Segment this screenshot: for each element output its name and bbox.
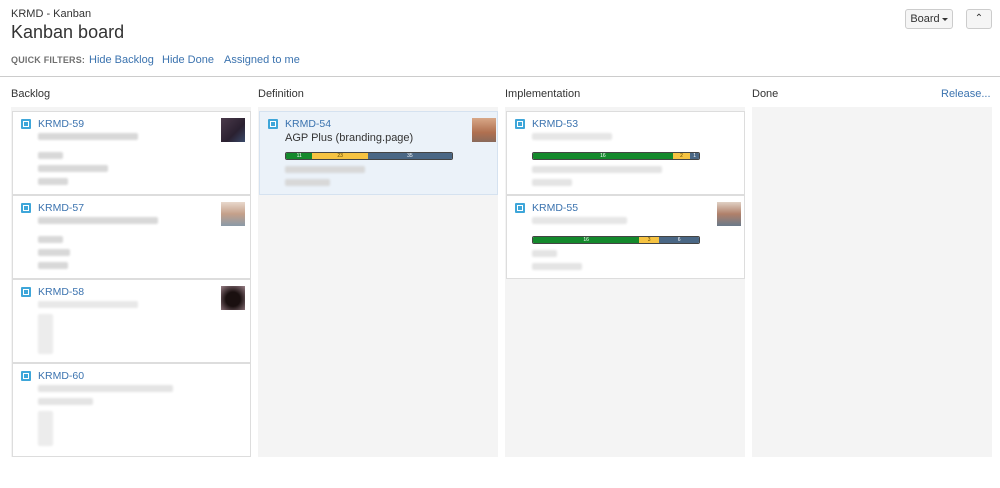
redacted-text — [38, 301, 138, 308]
card-krmd-55[interactable]: KRMD-55 16 3 6 — [506, 195, 745, 279]
avatar — [221, 118, 245, 142]
issue-key[interactable]: KRMD-54 — [285, 118, 331, 130]
board-button-label: Board — [910, 13, 940, 25]
release-link[interactable]: Release... — [941, 88, 991, 100]
progress-todo: 1 — [690, 153, 699, 159]
issue-key[interactable]: KRMD-59 — [38, 118, 84, 130]
card-krmd-53[interactable]: KRMD-53 16 2 1 — [506, 111, 745, 195]
card-krmd-57[interactable]: KRMD-57 — [12, 195, 251, 279]
redacted-text — [38, 314, 53, 354]
collapse-header-button[interactable]: ⌃ — [966, 9, 992, 29]
redacted-text — [38, 217, 158, 224]
issue-key[interactable]: KRMD-53 — [532, 118, 578, 130]
progress-in-progress: 3 — [639, 237, 660, 243]
caret-down-icon — [941, 17, 948, 21]
column-header-backlog: Backlog — [11, 88, 51, 100]
avatar — [717, 202, 741, 226]
progress-done: 16 — [533, 237, 640, 243]
card-krmd-59[interactable]: KRMD-59 — [12, 111, 251, 195]
quick-filters-label: QUICK FILTERS: — [11, 55, 86, 65]
redacted-text — [532, 179, 572, 186]
issue-key[interactable]: KRMD-60 — [38, 370, 84, 382]
redacted-text — [285, 179, 330, 186]
story-icon — [268, 119, 278, 129]
filter-hide-backlog[interactable]: Hide Backlog — [89, 54, 154, 66]
issue-key[interactable]: KRMD-55 — [532, 202, 578, 214]
progress-in-progress: 2 — [672, 153, 691, 159]
redacted-text — [532, 250, 557, 257]
column-header-implementation: Implementation — [505, 88, 581, 100]
story-icon — [21, 203, 31, 213]
avatar — [472, 118, 496, 142]
redacted-text — [532, 166, 662, 173]
double-chevron-up-icon: ⌃ — [974, 13, 984, 24]
redacted-text — [38, 236, 63, 243]
card-krmd-54[interactable]: KRMD-54 AGP Plus (branding.page) 11 23 3… — [259, 111, 498, 195]
column-done — [752, 107, 992, 457]
column-header-definition: Definition — [258, 88, 304, 100]
redacted-text — [532, 133, 612, 140]
story-icon — [21, 287, 31, 297]
redacted-text — [532, 217, 627, 224]
redacted-text — [38, 152, 63, 159]
issue-summary: AGP Plus (branding.page) — [285, 132, 414, 144]
redacted-text — [532, 263, 582, 270]
filter-assigned-to-me[interactable]: Assigned to me — [224, 54, 300, 66]
progress-todo: 35 — [367, 153, 452, 159]
card-krmd-60[interactable]: KRMD-60 — [12, 363, 251, 457]
redacted-text — [38, 411, 53, 446]
redacted-text — [38, 133, 138, 140]
story-icon — [515, 119, 525, 129]
breadcrumb[interactable]: KRMD - Kanban — [11, 8, 91, 20]
avatar — [221, 286, 245, 310]
progress-done: 16 — [533, 153, 673, 159]
redacted-text — [38, 249, 70, 256]
progress-done: 11 — [286, 153, 313, 159]
progress-in-progress: 23 — [312, 153, 368, 159]
story-icon — [21, 371, 31, 381]
page-title: Kanban board — [11, 22, 125, 42]
progress-bar: 11 23 35 — [285, 152, 453, 160]
progress-todo: 6 — [659, 237, 699, 243]
board-menu-button[interactable]: Board — [905, 9, 953, 29]
story-icon — [21, 119, 31, 129]
issue-key[interactable]: KRMD-57 — [38, 202, 84, 214]
card-krmd-58[interactable]: KRMD-58 — [12, 279, 251, 363]
avatar — [221, 202, 245, 226]
progress-bar: 16 2 1 — [532, 152, 700, 160]
redacted-text — [38, 178, 68, 185]
board-header: KRMD - Kanban Kanban board QUICK FILTERS… — [0, 0, 1000, 77]
redacted-text — [38, 385, 173, 392]
story-icon — [515, 203, 525, 213]
redacted-text — [38, 262, 68, 269]
redacted-text — [38, 398, 93, 405]
column-header-done: Done — [752, 88, 779, 100]
redacted-text — [38, 165, 108, 172]
filter-hide-done[interactable]: Hide Done — [162, 54, 214, 66]
issue-key[interactable]: KRMD-58 — [38, 286, 84, 298]
progress-bar: 16 3 6 — [532, 236, 700, 244]
redacted-text — [285, 166, 365, 173]
